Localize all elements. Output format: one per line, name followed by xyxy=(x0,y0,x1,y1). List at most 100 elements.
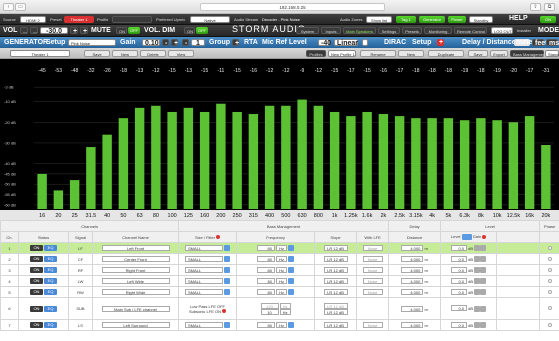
channel-name-input[interactable]: Left Surround xyxy=(101,322,170,328)
size-select[interactable]: SMALL xyxy=(184,255,223,262)
phase-toggle[interactable] xyxy=(547,306,552,310)
channel-on-button[interactable]: ON xyxy=(29,267,43,273)
distance-input[interactable]: 4.000 xyxy=(401,245,424,251)
table-row[interactable]: 4 ON EQ LW Left Wide SMALL 80 Hz LR 12 d… xyxy=(0,275,559,287)
phase-toggle[interactable] xyxy=(547,245,552,250)
tab-monitoring[interactable]: Monitoring xyxy=(424,27,452,34)
back-button[interactable]: ‹ xyxy=(3,3,14,11)
address-bar[interactable]: 192.168.0.25 xyxy=(200,3,385,11)
theater-delete-button[interactable]: Delete xyxy=(140,50,166,57)
with-lfe-select[interactable]: None xyxy=(362,322,383,328)
profile-select2[interactable]: New Profile 1 xyxy=(328,50,356,57)
distance-input[interactable]: 4.000 xyxy=(401,305,424,312)
eq-button[interactable]: EQ xyxy=(44,305,58,312)
level-up-icon[interactable] xyxy=(480,322,487,329)
phase-toggle[interactable] xyxy=(547,322,552,327)
group-input[interactable]: 1 xyxy=(191,39,205,47)
dropdown-icon[interactable] xyxy=(288,267,295,274)
dropdown-icon[interactable] xyxy=(288,245,295,252)
eq-button[interactable]: EQ xyxy=(44,322,58,328)
curve-select[interactable]: Linear xyxy=(334,39,358,47)
audio-zones-select[interactable]: Show list xyxy=(366,16,392,23)
distance-input[interactable]: 4.000 xyxy=(401,322,424,328)
dropdown-icon[interactable] xyxy=(224,256,231,263)
size-select[interactable]: SMALL xyxy=(184,266,223,273)
eq-button[interactable]: EQ xyxy=(44,267,58,273)
slope-select[interactable]: LR 12 dB xyxy=(323,245,348,251)
level-input[interactable]: 0.0 xyxy=(451,305,467,312)
dropdown-icon[interactable] xyxy=(224,245,231,252)
channel-name-input[interactable]: Main Sub / LFE channel xyxy=(101,305,170,312)
channel-on-button[interactable]: ON xyxy=(29,256,43,262)
dropdown-icon[interactable] xyxy=(288,278,295,285)
signal-select[interactable]: Pink Noise xyxy=(68,39,116,46)
size-select[interactable]: SMALL xyxy=(184,244,223,251)
mute-on-button[interactable]: ON xyxy=(116,27,127,34)
distance-input[interactable]: 4.000 xyxy=(401,278,424,284)
channel-name-input[interactable]: Left Wide xyxy=(101,278,170,284)
level-input[interactable]: 0.0 xyxy=(451,244,467,251)
generator-badge[interactable]: Generator xyxy=(419,16,445,23)
gain-up-button[interactable]: + xyxy=(171,39,178,47)
profile-save-button[interactable]: Save xyxy=(468,50,488,57)
profile-new-button[interactable]: New xyxy=(398,50,424,57)
slope-select[interactable]: LR 12 dB xyxy=(323,256,348,262)
table-row[interactable]: 1 ON EQ LF Left Front SMALL 80 Hz LR 12 … xyxy=(0,242,559,254)
tab-presets[interactable]: Presets xyxy=(402,27,422,34)
mic-ref-input[interactable]: -40 xyxy=(318,39,331,47)
slope-select[interactable]: LR 12 dB xyxy=(323,267,348,273)
theater-new-button[interactable]: New xyxy=(112,50,138,57)
duplicate-button[interactable]: Duplicate xyxy=(428,50,464,57)
channel-name-input[interactable]: Left Front xyxy=(101,245,170,251)
unit-feet-button[interactable]: feet xyxy=(532,39,547,47)
table-row[interactable]: 5 ON EQ RW Right Wide SMALL 80 Hz LR 12 … xyxy=(0,286,559,298)
frequency-input[interactable]: 80 xyxy=(256,244,275,251)
with-lfe-select[interactable]: None xyxy=(362,267,383,273)
slope-select[interactable]: LR 12 dB xyxy=(323,322,348,328)
table-row[interactable]: 2 ON EQ CF Center Front SMALL 80 Hz LR 1… xyxy=(0,253,559,265)
level-up-icon[interactable] xyxy=(480,305,487,312)
eq-button[interactable]: EQ xyxy=(44,289,58,295)
source-select[interactable]: HDMI 2 xyxy=(20,16,46,23)
level-input[interactable]: 0.0 xyxy=(451,255,467,262)
vol-down-button[interactable]: — xyxy=(20,27,28,34)
frequency-input[interactable]: 80 xyxy=(256,288,275,295)
profile-select[interactable] xyxy=(112,16,152,23)
frequency-input[interactable]: 80 xyxy=(256,277,275,284)
table-row[interactable]: 3 ON EQ RF Right Front SMALL 80 Hz LR 12… xyxy=(0,264,559,276)
level-up-icon[interactable] xyxy=(480,289,487,296)
theater-select[interactable]: Theater 1 xyxy=(10,50,70,57)
subsonic-frequency-input[interactable]: 10 xyxy=(260,308,279,315)
bass-mode-select[interactable]: Standard xyxy=(545,50,559,57)
with-lfe-select[interactable]: None xyxy=(362,256,383,262)
phase-toggle[interactable] xyxy=(547,278,552,283)
unit-meter-button[interactable]: meter xyxy=(514,39,535,46)
theater-badge[interactable]: Theater 1 xyxy=(64,16,94,23)
channel-on-button[interactable]: ON xyxy=(29,289,43,295)
frequency-input[interactable]: 80 xyxy=(256,266,275,273)
dim-on-button[interactable]: ON xyxy=(184,27,195,34)
size-select[interactable]: SMALL xyxy=(184,321,223,328)
table-row[interactable]: 7 ON EQ LS Left Surround SMALL 80 Hz LR … xyxy=(0,319,559,331)
log-out-button[interactable]: LOG OUT xyxy=(491,27,513,34)
upmix-select[interactable]: Native xyxy=(190,16,230,23)
vol-down-fast-button[interactable]: — xyxy=(30,27,38,34)
tabs-icon[interactable]: ⧉ xyxy=(544,3,555,11)
phase-toggle[interactable] xyxy=(547,289,552,294)
dropdown-icon[interactable] xyxy=(224,322,231,329)
group-down-button[interactable]: - xyxy=(182,39,189,47)
level-input[interactable]: 0.0 xyxy=(451,266,467,273)
tab-inputs[interactable]: Inputs xyxy=(321,27,341,34)
theater-view-button[interactable]: View xyxy=(168,50,194,57)
export-button[interactable]: Export xyxy=(490,50,508,57)
power-badge[interactable]: Power xyxy=(448,16,466,23)
generator-setup-link[interactable]: Setup xyxy=(46,39,65,46)
dim-off-button[interactable]: OFF xyxy=(196,27,208,34)
phase-toggle[interactable] xyxy=(547,267,552,272)
table-row-sub[interactable]: 6 ON EQ SUB Main Sub / LFE channel Low P… xyxy=(0,297,559,320)
vol-up-button[interactable]: + xyxy=(70,27,78,35)
tab-remote-control[interactable]: Remote Control xyxy=(454,27,487,34)
phase-toggle[interactable] xyxy=(547,256,552,261)
subsonic-lfe[interactable]: Subsonic LFE ON xyxy=(189,309,221,314)
level-input[interactable]: 0.0 xyxy=(451,277,467,284)
